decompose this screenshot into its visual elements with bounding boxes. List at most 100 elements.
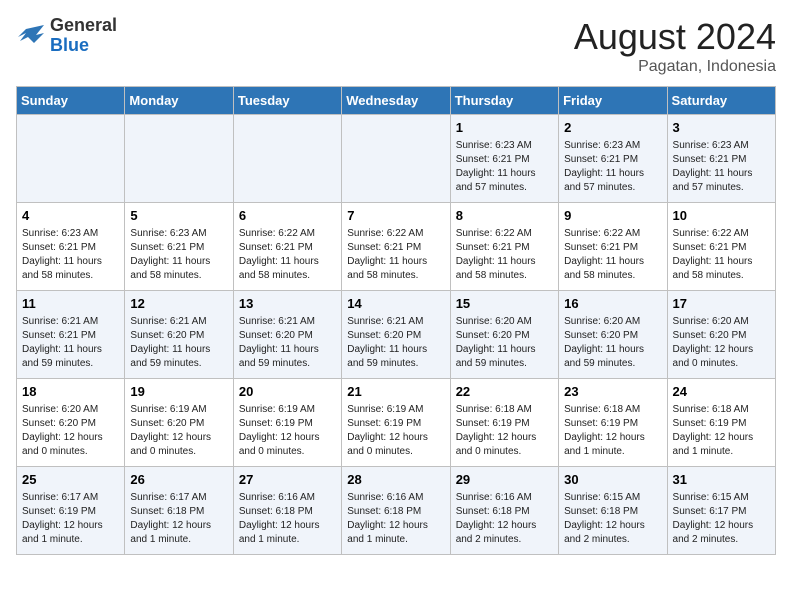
day-info: Daylight: 11 hours and 58 minutes. [239, 255, 336, 283]
day-number: 8 [456, 207, 553, 225]
day-info: Daylight: 11 hours and 57 minutes. [564, 167, 661, 195]
day-number: 27 [239, 471, 336, 489]
day-info: Sunset: 6:21 PM [456, 241, 553, 255]
calendar-cell: 3 Sunrise: 6:23 AMSunset: 6:21 PMDaylight… [667, 115, 775, 203]
calendar-cell: 16Sunrise: 6:20 AMSunset: 6:20 PMDayligh… [559, 291, 667, 379]
day-info: Sunset: 6:20 PM [239, 329, 336, 343]
day-info: Sunrise: 6:17 AM [22, 491, 119, 505]
day-number: 11 [22, 295, 119, 313]
day-info: Sunset: 6:21 PM [673, 153, 770, 167]
calendar-cell: 12Sunrise: 6:21 AMSunset: 6:20 PMDayligh… [125, 291, 233, 379]
day-number: 17 [673, 295, 770, 313]
calendar-cell: 21Sunrise: 6:19 AMSunset: 6:19 PMDayligh… [342, 379, 450, 467]
calendar-cell [233, 115, 341, 203]
column-header-monday: Monday [125, 87, 233, 115]
logo-text: General Blue [50, 16, 117, 56]
day-number: 10 [673, 207, 770, 225]
day-info: Sunset: 6:19 PM [564, 417, 661, 431]
day-number: 20 [239, 383, 336, 401]
day-info: Daylight: 11 hours and 58 minutes. [22, 255, 119, 283]
calendar-cell: 1Sunrise: 6:23 AMSunset: 6:21 PMDaylight… [450, 115, 558, 203]
day-number: 4 [22, 207, 119, 225]
calendar-cell: 8Sunrise: 6:22 AMSunset: 6:21 PMDaylight… [450, 203, 558, 291]
day-info: Sunrise: 6:23 AM [456, 139, 553, 153]
day-info: Sunrise: 6:15 AM [564, 491, 661, 505]
day-number: 19 [130, 383, 227, 401]
calendar-cell: 13Sunrise: 6:21 AMSunset: 6:20 PMDayligh… [233, 291, 341, 379]
day-info: Sunset: 6:20 PM [456, 329, 553, 343]
day-number: 22 [456, 383, 553, 401]
calendar-cell: 25Sunrise: 6:17 AMSunset: 6:19 PMDayligh… [17, 467, 125, 555]
day-number: 26 [130, 471, 227, 489]
calendar-cell [17, 115, 125, 203]
calendar-cell: 15Sunrise: 6:20 AMSunset: 6:20 PMDayligh… [450, 291, 558, 379]
calendar-cell: 30Sunrise: 6:15 AMSunset: 6:18 PMDayligh… [559, 467, 667, 555]
day-info: Sunset: 6:19 PM [456, 417, 553, 431]
calendar-cell: 10Sunrise: 6:22 AMSunset: 6:21 PMDayligh… [667, 203, 775, 291]
day-info: Sunset: 6:17 PM [673, 505, 770, 519]
column-header-friday: Friday [559, 87, 667, 115]
day-info: Sunset: 6:18 PM [130, 505, 227, 519]
day-number: 2 [564, 119, 661, 137]
calendar-cell: 20Sunrise: 6:19 AMSunset: 6:19 PMDayligh… [233, 379, 341, 467]
day-info: Sunrise: 6:22 AM [673, 227, 770, 241]
day-info: Sunrise: 6:20 AM [22, 403, 119, 417]
day-info: Sunrise: 6:19 AM [239, 403, 336, 417]
calendar-cell: 28Sunrise: 6:16 AMSunset: 6:18 PMDayligh… [342, 467, 450, 555]
day-info: Daylight: 12 hours and 0 minutes. [22, 431, 119, 459]
day-info: Daylight: 12 hours and 0 minutes. [673, 343, 770, 371]
calendar-cell [342, 115, 450, 203]
calendar-cell: 27Sunrise: 6:16 AMSunset: 6:18 PMDayligh… [233, 467, 341, 555]
day-info: Sunrise: 6:16 AM [239, 491, 336, 505]
day-info: Daylight: 11 hours and 58 minutes. [673, 255, 770, 283]
logo: General Blue [16, 16, 117, 56]
day-info: Sunrise: 6:21 AM [130, 315, 227, 329]
day-info: Sunrise: 6:18 AM [456, 403, 553, 417]
calendar-cell: 18Sunrise: 6:20 AMSunset: 6:20 PMDayligh… [17, 379, 125, 467]
day-info: Daylight: 12 hours and 1 minute. [22, 519, 119, 547]
calendar-week-row: 4Sunrise: 6:23 AMSunset: 6:21 PMDaylight… [17, 203, 776, 291]
day-info: Daylight: 12 hours and 0 minutes. [239, 431, 336, 459]
day-number: 28 [347, 471, 444, 489]
day-info: Daylight: 11 hours and 58 minutes. [564, 255, 661, 283]
day-number: 5 [130, 207, 227, 225]
calendar-cell: 5Sunrise: 6:23 AMSunset: 6:21 PMDaylight… [125, 203, 233, 291]
day-number: 24 [673, 383, 770, 401]
calendar-cell: 9Sunrise: 6:22 AMSunset: 6:21 PMDaylight… [559, 203, 667, 291]
calendar-cell: 23Sunrise: 6:18 AMSunset: 6:19 PMDayligh… [559, 379, 667, 467]
calendar-cell: 31Sunrise: 6:15 AMSunset: 6:17 PMDayligh… [667, 467, 775, 555]
day-number: 31 [673, 471, 770, 489]
day-info: Sunrise: 6:20 AM [456, 315, 553, 329]
day-info: Sunrise: 6:23 AM [673, 139, 770, 153]
day-info: Sunset: 6:21 PM [564, 153, 661, 167]
day-info: Sunrise: 6:21 AM [239, 315, 336, 329]
calendar-cell: 26Sunrise: 6:17 AMSunset: 6:18 PMDayligh… [125, 467, 233, 555]
day-number: 16 [564, 295, 661, 313]
column-header-thursday: Thursday [450, 87, 558, 115]
day-info: Sunset: 6:21 PM [239, 241, 336, 255]
day-info: Sunset: 6:20 PM [673, 329, 770, 343]
day-number: 9 [564, 207, 661, 225]
calendar-header-row: SundayMondayTuesdayWednesdayThursdayFrid… [17, 87, 776, 115]
day-info: Sunset: 6:21 PM [22, 241, 119, 255]
day-info: Daylight: 12 hours and 0 minutes. [347, 431, 444, 459]
day-info: Sunset: 6:21 PM [347, 241, 444, 255]
day-info: Daylight: 12 hours and 0 minutes. [130, 431, 227, 459]
calendar-cell: 17Sunrise: 6:20 AMSunset: 6:20 PMDayligh… [667, 291, 775, 379]
calendar-cell: 7Sunrise: 6:22 AMSunset: 6:21 PMDaylight… [342, 203, 450, 291]
day-info: Sunrise: 6:22 AM [239, 227, 336, 241]
day-info: Sunrise: 6:21 AM [22, 315, 119, 329]
day-info: Daylight: 12 hours and 1 minute. [673, 431, 770, 459]
day-info: Sunset: 6:19 PM [673, 417, 770, 431]
title-block: August 2024 Pagatan, Indonesia [574, 16, 776, 76]
day-info: Daylight: 11 hours and 58 minutes. [456, 255, 553, 283]
calendar-cell: 2Sunrise: 6:23 AMSunset: 6:21 PMDaylight… [559, 115, 667, 203]
column-header-tuesday: Tuesday [233, 87, 341, 115]
day-info: Sunset: 6:21 PM [130, 241, 227, 255]
calendar-cell: 6Sunrise: 6:22 AMSunset: 6:21 PMDaylight… [233, 203, 341, 291]
day-info: Daylight: 11 hours and 57 minutes. [673, 167, 770, 195]
day-number: 13 [239, 295, 336, 313]
day-info: Sunset: 6:19 PM [22, 505, 119, 519]
column-header-saturday: Saturday [667, 87, 775, 115]
day-number: 3 [673, 119, 770, 137]
